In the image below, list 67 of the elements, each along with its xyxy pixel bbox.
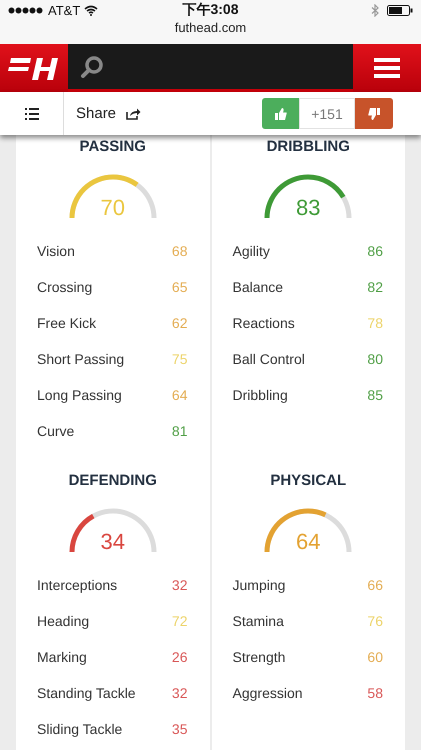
stat-value: 58 (367, 685, 383, 701)
stat-name: Sliding Tackle (37, 721, 122, 737)
stat-name: Free Kick (37, 315, 96, 331)
stat-value: 32 (172, 685, 188, 701)
stat-value: 76 (367, 613, 383, 629)
clock-time: 下午3:08 (182, 1, 239, 19)
section-title: DEFENDING (68, 471, 157, 491)
stat-value: 82 (367, 279, 383, 295)
stat-value: 64 (172, 387, 188, 403)
stat-value: 81 (172, 423, 188, 439)
stat-name: Marking (37, 649, 87, 665)
stat-name: Stamina (232, 613, 284, 629)
rating-value: 83 (295, 195, 322, 221)
stat-name: Balance (232, 279, 284, 295)
stat-value: 26 (172, 649, 188, 665)
battery-icon (387, 4, 413, 16)
stat-value: 80 (367, 351, 383, 367)
stat-name: Long Passing (37, 387, 122, 403)
bluetooth-icon (371, 4, 379, 16)
list-icon (24, 108, 38, 120)
share-icon (126, 107, 142, 120)
stat-name: Aggression (232, 685, 303, 701)
rating-value: 64 (295, 529, 322, 555)
stat-name: Strength (232, 649, 286, 665)
signal-icon (8, 6, 44, 14)
rating-value: 70 (100, 195, 126, 221)
stat-value: 60 (367, 649, 383, 665)
section-title: PASSING (80, 137, 146, 157)
stat-value: 68 (172, 243, 188, 259)
stat-value: 65 (172, 279, 188, 295)
stat-value: 85 (367, 387, 383, 403)
list-button[interactable] (0, 92, 64, 135)
search-icon (80, 54, 104, 78)
share-button[interactable]: Share (76, 105, 142, 122)
stat-name: Crossing (37, 279, 92, 295)
stat-value: 78 (367, 315, 383, 331)
stat-value: 32 (172, 577, 188, 593)
stat-name: Ball Control (232, 351, 305, 367)
stat-name: Interceptions (37, 577, 118, 593)
wifi-icon (84, 4, 98, 16)
stat-name: Heading (37, 613, 90, 629)
stat-value: 75 (172, 351, 188, 367)
stat-value: 35 (172, 721, 188, 737)
thumbs-up-button[interactable] (262, 98, 299, 129)
stat-value: 62 (172, 315, 188, 331)
section-title: PHYSICAL (270, 471, 346, 491)
stat-name: Reactions (232, 315, 295, 331)
stat-name: Agility (232, 243, 270, 259)
stat-name: Short Passing (37, 351, 124, 367)
url-text: futhead.com (174, 20, 246, 35)
section-title: DRIBBLING (266, 137, 350, 157)
stat-name: Jumping (232, 577, 286, 593)
search-field[interactable] (68, 44, 353, 92)
thumbs-down-button[interactable] (355, 98, 393, 129)
carrier-name: AT&T (48, 2, 80, 18)
thumbs-up-icon (274, 108, 286, 120)
stat-name: Dribbling (232, 387, 288, 403)
stat-value: 66 (367, 577, 383, 593)
stat-value: 72 (172, 613, 188, 629)
menu-icon (374, 58, 400, 78)
thumbs-down-icon (368, 108, 380, 120)
stat-value: 86 (367, 243, 383, 259)
stat-name: Curve (37, 423, 74, 439)
stat-name: Standing Tackle (37, 685, 136, 701)
stat-name: Vision (37, 243, 75, 259)
vote-count: +151 (299, 98, 355, 129)
logo-icon (7, 55, 61, 81)
